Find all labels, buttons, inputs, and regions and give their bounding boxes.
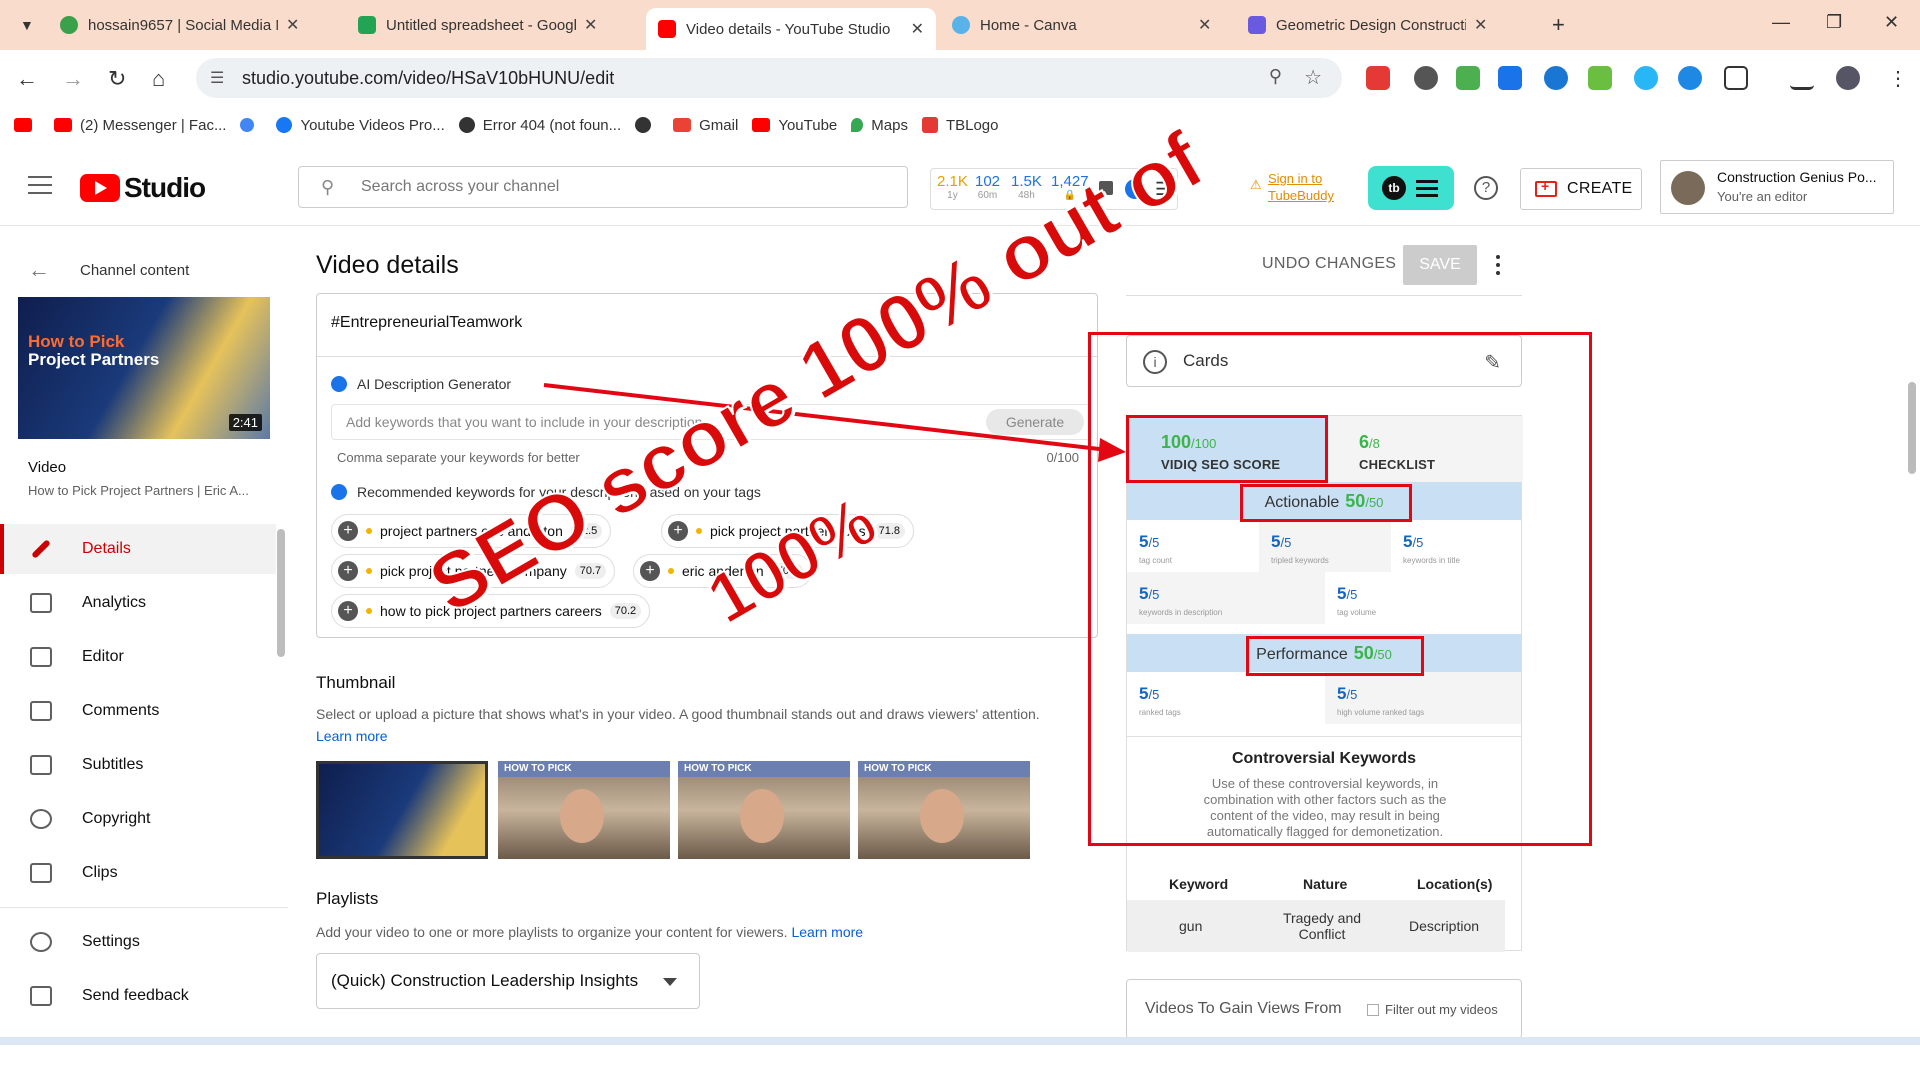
annotation-arrow [543, 383, 1126, 462]
bottom-strip [0, 1037, 1920, 1080]
horizontal-scrollbar[interactable] [0, 1037, 1920, 1045]
